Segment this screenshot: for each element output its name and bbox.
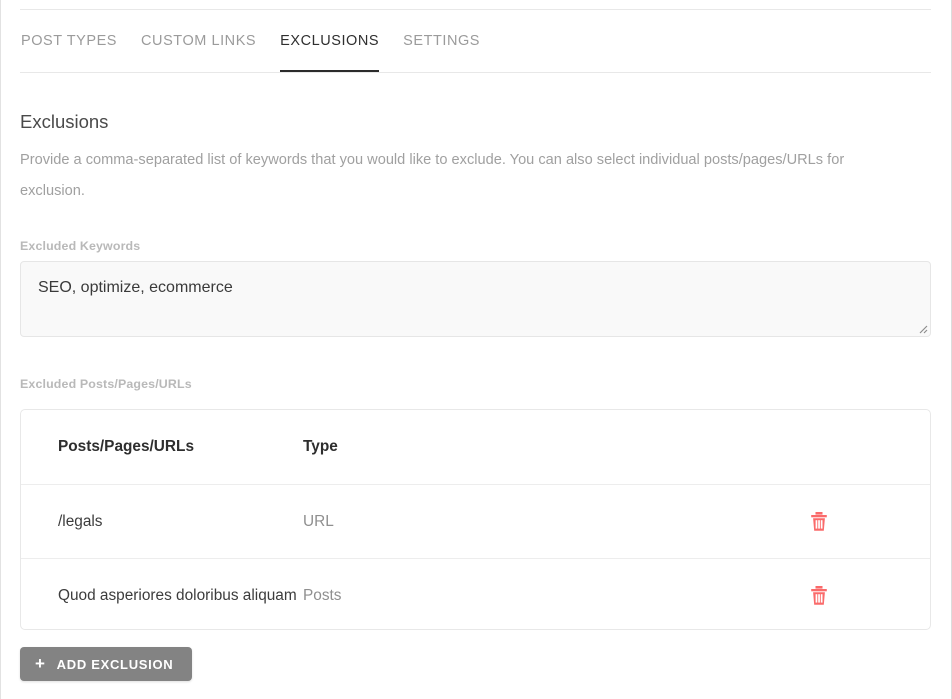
tab-bar: POST TYPES CUSTOM LINKS EXCLUSIONS SETTI… xyxy=(20,9,931,73)
cell-actions xyxy=(783,511,930,533)
exclusions-panel: POST TYPES CUSTOM LINKS EXCLUSIONS SETTI… xyxy=(0,0,952,699)
table-row: Quod asperiores doloribus aliquam Posts xyxy=(21,558,930,629)
section-description: Provide a comma-separated list of keywor… xyxy=(20,152,845,199)
tab-label: EXCLUSIONS xyxy=(280,33,380,49)
tab-label: POST TYPES xyxy=(21,33,118,49)
excluded-keywords-value: SEO, optimize, ecommerce xyxy=(38,279,233,296)
delete-exclusion-button[interactable] xyxy=(809,511,829,533)
trash-icon xyxy=(809,511,829,536)
tab-custom-links[interactable]: CUSTOM LINKS xyxy=(141,10,256,72)
tab-label: CUSTOM LINKS xyxy=(141,33,257,49)
cell-post-name: /legals xyxy=(58,512,103,530)
column-header-posts: Posts/Pages/URLs xyxy=(58,438,194,455)
excluded-keywords-input[interactable]: SEO, optimize, ecommerce xyxy=(20,261,931,337)
resize-grip-icon[interactable] xyxy=(915,321,928,334)
exclusions-table: Posts/Pages/URLs Type /legals URL Quod a… xyxy=(20,409,931,630)
page-title: Exclusions xyxy=(20,111,109,132)
column-header-type: Type xyxy=(303,438,338,455)
add-exclusion-label: ADD EXCLUSION xyxy=(56,656,174,672)
table-row: /legals URL xyxy=(21,484,930,558)
add-exclusion-button[interactable]: + ADD EXCLUSION xyxy=(20,647,193,681)
tab-exclusions[interactable]: EXCLUSIONS xyxy=(280,10,380,72)
tab-label: SETTINGS xyxy=(403,33,481,49)
table-header-row: Posts/Pages/URLs Type xyxy=(21,410,930,484)
tab-settings[interactable]: SETTINGS xyxy=(403,10,480,72)
delete-exclusion-button[interactable] xyxy=(809,585,829,607)
trash-icon xyxy=(809,585,829,610)
cell-actions xyxy=(783,585,930,607)
plus-icon: + xyxy=(35,653,46,673)
cell-post-type: Posts xyxy=(303,586,342,604)
cell-post-type: URL xyxy=(303,512,334,530)
excluded-posts-label: Excluded Posts/Pages/URLs xyxy=(20,377,192,391)
tab-post-types[interactable]: POST TYPES xyxy=(21,10,117,72)
cell-post-name: Quod asperiores doloribus aliquam xyxy=(58,586,297,604)
excluded-keywords-label: Excluded Keywords xyxy=(20,239,141,253)
